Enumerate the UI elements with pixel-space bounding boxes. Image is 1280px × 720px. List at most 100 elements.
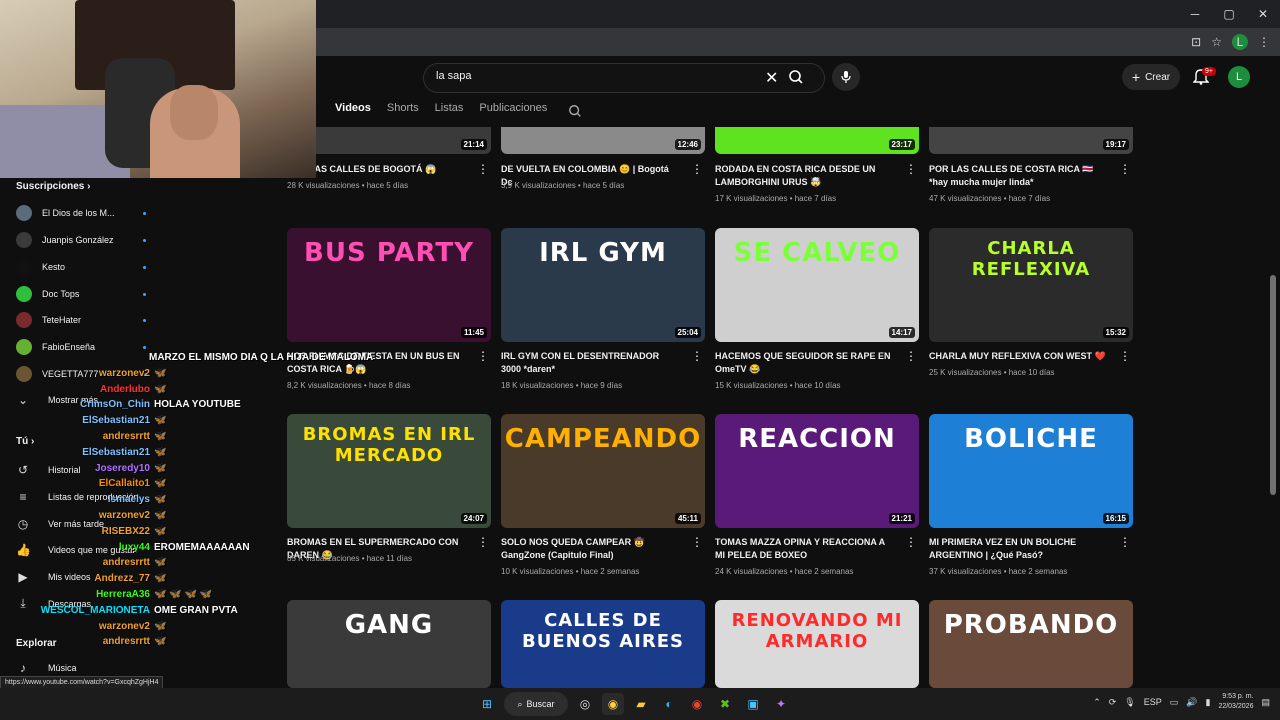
sidebar-item-clock[interactable]: ◷ Ver más tarde bbox=[16, 517, 104, 531]
video-duration: 45:11 bbox=[674, 513, 701, 524]
video-menu-icon[interactable]: ⋮ bbox=[905, 349, 917, 363]
video-title[interactable]: RODADA EN COSTA RICA DESDE UN LAMBORGHIN… bbox=[715, 163, 895, 189]
maximize-button[interactable]: ▢ bbox=[1212, 0, 1246, 28]
sidebar-subscription-item[interactable]: Doc Tops bbox=[16, 286, 146, 302]
photos-icon[interactable]: ▣ bbox=[742, 693, 764, 715]
tab-listas[interactable]: Listas bbox=[435, 102, 464, 114]
sidebar-subscription-item[interactable]: TeteHater bbox=[16, 312, 146, 328]
minimize-button[interactable]: ─ bbox=[1178, 0, 1212, 28]
video-duration: 16:15 bbox=[1102, 513, 1129, 524]
sidebar-subscription-item[interactable]: FabioEnseña bbox=[16, 339, 146, 355]
video-thumbnail[interactable]: BOLICHE 16:15 bbox=[929, 414, 1133, 528]
video-title[interactable]: POR LAS CALLES DE COSTA RICA 🇨🇷 *hay muc… bbox=[929, 163, 1109, 189]
video-thumbnail[interactable]: SE CALVEO 14:17 bbox=[715, 228, 919, 342]
battery-icon[interactable]: ▮ bbox=[1205, 697, 1210, 708]
channel-avatar bbox=[16, 312, 32, 328]
video-menu-icon[interactable]: ⋮ bbox=[905, 162, 917, 176]
chevron-up-icon[interactable]: ⌃ bbox=[1093, 697, 1101, 708]
language-indicator[interactable]: ESP bbox=[1144, 697, 1162, 707]
video-menu-icon[interactable]: ⋮ bbox=[1119, 349, 1131, 363]
task-view-icon[interactable]: ◎ bbox=[574, 693, 596, 715]
sidebar-item-history[interactable]: ↺ Historial bbox=[16, 463, 81, 477]
system-clock[interactable]: 9:53 p. m. 22/03/2026 bbox=[1218, 692, 1253, 712]
subscriptions-heading[interactable]: Suscripciones › bbox=[16, 181, 90, 192]
chat-message: andresrrtt 🦋 bbox=[103, 636, 167, 647]
video-thumbnail[interactable]: REACCION 21:21 bbox=[715, 414, 919, 528]
video-thumbnail[interactable]: IRL GYM 25:04 bbox=[501, 228, 705, 342]
video-thumbnail[interactable]: BUS PARTY 11:45 bbox=[287, 228, 491, 342]
windows-taskbar: ⊞ ⌕ Buscar ◎ ◉ ▰ ◐ ◉ ✖ ▣ ✦ ⌃ ⟳ 🎙 ESP ▭ 🔊 … bbox=[0, 688, 1280, 720]
search-button[interactable] bbox=[788, 69, 818, 87]
video-thumbnail[interactable]: CAMPEANDO 45:11 bbox=[501, 414, 705, 528]
video-menu-icon[interactable]: ⋮ bbox=[477, 162, 489, 176]
tab-publicaciones[interactable]: Publicaciones bbox=[479, 102, 547, 114]
notification-center-icon[interactable]: ▤ bbox=[1261, 697, 1270, 708]
video-title[interactable]: SOLO NOS QUEDA CAMPEAR 🤠 GangZone (Capit… bbox=[501, 536, 681, 562]
microphone-icon[interactable]: 🎙 bbox=[1124, 697, 1135, 708]
taskbar-search[interactable]: ⌕ Buscar bbox=[504, 692, 568, 716]
page-scrollbar[interactable] bbox=[1270, 275, 1276, 495]
channel-avatar bbox=[16, 366, 32, 382]
chat-message: ElSebastian21 🦋 bbox=[82, 415, 166, 426]
copilot-icon[interactable]: ✦ bbox=[770, 693, 792, 715]
thumbnail-text: CAMPEANDO bbox=[504, 424, 702, 454]
video-menu-icon[interactable]: ⋮ bbox=[477, 535, 489, 549]
tab-videos[interactable]: Videos bbox=[335, 102, 371, 114]
channel-avatar bbox=[16, 232, 32, 248]
video-menu-icon[interactable]: ⋮ bbox=[1119, 162, 1131, 176]
video-title[interactable]: IRL GYM CON EL DESENTRENADOR 3000 *daren… bbox=[501, 350, 681, 376]
you-heading[interactable]: Tú › bbox=[16, 436, 34, 447]
thumbnail-text: REACCION bbox=[738, 424, 896, 454]
chrome-icon[interactable]: ◉ bbox=[602, 693, 624, 715]
taskbar-search-label: Buscar bbox=[526, 699, 555, 709]
video-title[interactable]: TOMAS MAZZA OPINA Y REACCIONA A MI PELEA… bbox=[715, 536, 895, 562]
chat-username: Joseredy10 bbox=[94, 462, 150, 474]
chrome-alt-icon[interactable]: ◉ bbox=[686, 693, 708, 715]
video-meta: 25 K visualizaciones • hace 10 días bbox=[929, 368, 1055, 377]
sync-icon[interactable]: ⟳ bbox=[1109, 697, 1117, 708]
video-menu-icon[interactable]: ⋮ bbox=[905, 535, 917, 549]
video-thumbnail[interactable]: CHARLA REFLEXIVA 15:32 bbox=[929, 228, 1133, 342]
xbox-icon[interactable]: ✖ bbox=[714, 693, 736, 715]
sidebar-subscription-item[interactable]: El Dios de los M... bbox=[16, 205, 146, 221]
channel-name: Juanpis González bbox=[42, 235, 114, 245]
edge-icon[interactable]: ◐ bbox=[658, 693, 680, 715]
network-icon[interactable]: ▭ bbox=[1170, 697, 1179, 708]
bookmark-star-icon[interactable]: ☆ bbox=[1211, 35, 1222, 49]
volume-icon[interactable]: 🔊 bbox=[1186, 697, 1197, 708]
close-button[interactable]: ✕ bbox=[1246, 0, 1280, 28]
video-title[interactable]: MI PRIMERA VEZ EN UN BOLICHE ARGENTINO |… bbox=[929, 536, 1109, 562]
video-menu-icon[interactable]: ⋮ bbox=[477, 349, 489, 363]
video-title[interactable]: CHARLA MUY REFLEXIVA CON WEST ❤️ bbox=[929, 350, 1109, 363]
like-icon: 👍 bbox=[16, 543, 31, 557]
video-menu-icon[interactable]: ⋮ bbox=[1119, 535, 1131, 549]
video-thumbnail[interactable]: CALLES DE BUENOS AIRES bbox=[501, 600, 705, 688]
sidebar-item-music[interactable]: ♪ Música bbox=[16, 661, 77, 675]
video-menu-icon[interactable]: ⋮ bbox=[691, 535, 703, 549]
sidebar-subscription-item[interactable]: Kesto bbox=[16, 259, 146, 275]
video-menu-icon[interactable]: ⋮ bbox=[691, 162, 703, 176]
browser-profile-avatar[interactable]: L bbox=[1232, 34, 1248, 50]
install-icon[interactable]: ⊡ bbox=[1191, 35, 1201, 49]
voice-search-button[interactable] bbox=[832, 63, 860, 91]
video-title[interactable]: HACEMOS QUE SEGUIDOR SE RAPE EN OmeTV 😂 bbox=[715, 350, 895, 376]
windows-start-icon[interactable]: ⊞ bbox=[476, 693, 498, 715]
sidebar-item-play[interactable]: ▶ Mis videos bbox=[16, 570, 90, 584]
chat-text: OME GRAN PVTA bbox=[154, 604, 238, 616]
avatar[interactable]: L bbox=[1228, 66, 1250, 88]
video-thumbnail[interactable]: PROBANDO bbox=[929, 600, 1133, 688]
chat-username: ElCallaito1 bbox=[98, 478, 150, 490]
video-thumbnail[interactable]: RENOVANDO MI ARMARIO bbox=[715, 600, 919, 688]
tab-shorts[interactable]: Shorts bbox=[387, 102, 419, 114]
video-thumbnail[interactable]: BROMAS EN IRL MERCADO 24:07 bbox=[287, 414, 491, 528]
video-thumbnail[interactable]: GANG bbox=[287, 600, 491, 688]
file-explorer-icon[interactable]: ▰ bbox=[630, 693, 652, 715]
search-input[interactable] bbox=[434, 69, 758, 83]
channel-search-button[interactable] bbox=[568, 104, 582, 123]
video-menu-icon[interactable]: ⋮ bbox=[691, 349, 703, 363]
sidebar-subscription-item[interactable]: Juanpis González bbox=[16, 232, 146, 248]
browser-menu-icon[interactable]: ⋮ bbox=[1258, 35, 1270, 49]
chat-message: CrimsOn_Chin HOLAA YOUTUBE bbox=[80, 399, 241, 410]
clear-search-icon[interactable]: ✕ bbox=[765, 68, 778, 88]
create-button[interactable]: + Crear bbox=[1122, 64, 1180, 90]
